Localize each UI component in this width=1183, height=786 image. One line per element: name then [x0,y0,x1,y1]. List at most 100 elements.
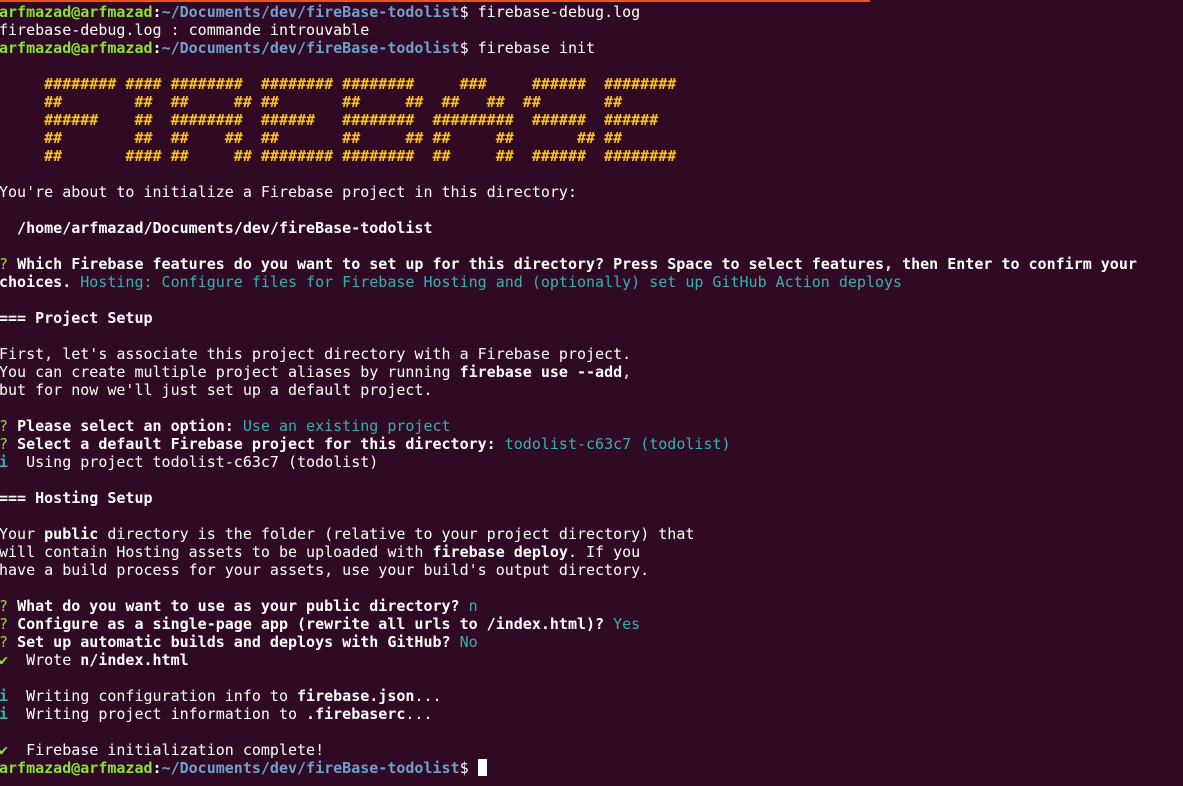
terminal-text: Set up automatic builds and deploys with… [17,633,460,651]
terminal-text: You can create multiple project aliases … [0,363,460,381]
terminal-text: ? [0,417,18,435]
terminal-line: /home/arfmazad/Documents/dev/fireBase-to… [0,219,1137,237]
terminal-text: public [44,525,99,543]
terminal-text: Please select an option: [17,417,243,435]
terminal-line: ? Select a default Firebase project for … [0,435,1137,453]
terminal-text: No [459,633,478,651]
terminal-window[interactable]: arfmazad@arfmazad:~/Documents/dev/fireBa… [0,0,1183,786]
text-cursor [477,759,487,776]
terminal-line: === Project Setup [0,309,1137,327]
terminal-text: ## ## ## ## ## ## ## ## ## ## ## [0,93,623,111]
terminal-line: arfmazad@arfmazad:~/Documents/dev/fireBa… [0,3,1137,21]
terminal-text: ... [405,705,433,723]
terminal-text: firebase deploy [432,543,568,561]
terminal-line: firebase-debug.log : commande introuvabl… [0,21,1137,39]
terminal-line: ## ## ## ## ## ## ## ## ## ## ## [0,129,1137,147]
terminal-text: Which Firebase features do you want to s… [17,255,1137,273]
terminal-line: You can create multiple project aliases … [0,363,1137,381]
terminal-text: ~/Documents/dev/fireBase-todolist [161,759,460,777]
terminal-text: /home/arfmazad/Documents/dev/fireBase-to… [0,219,433,237]
terminal-text: ✔ [0,741,18,759]
terminal-line: ######## #### ######## ######## ########… [0,75,1137,93]
terminal-text: $ [459,759,478,777]
terminal-line: You're about to initialize a Firebase pr… [0,183,1137,201]
terminal-text: Using project todolist-c63c7 (todolist) [17,453,379,471]
terminal-text: : [152,759,162,777]
terminal-text: Select a default Firebase project for th… [17,435,505,453]
terminal-line: ## #### ## ## ######## ######## ## ## ##… [0,147,1137,165]
terminal-line: ? Set up automatic builds and deploys wi… [0,633,1137,651]
terminal-text: Configure as a single-page app (rewrite … [17,615,614,633]
terminal-text: firebase.json [297,687,415,705]
terminal-text: ✔ [0,651,18,669]
terminal-line: First, let's associate this project dire… [0,345,1137,363]
terminal-text: ~/Documents/dev/fireBase-todolist [161,3,460,21]
terminal-text: i [0,687,18,705]
terminal-line: ? What do you want to use as your public… [0,597,1137,615]
terminal-line: arfmazad@arfmazad:~/Documents/dev/fireBa… [0,759,1137,777]
terminal-line: i Writing configuration info to firebase… [0,687,1137,705]
terminal-line: will contain Hosting assets to be upload… [0,543,1137,561]
terminal-line: ✔ Wrote n/index.html [0,651,1137,669]
terminal-line: arfmazad@arfmazad:~/Documents/dev/fireBa… [0,39,1137,57]
terminal-line: ###### ## ######## ###### ######## #####… [0,111,1137,129]
terminal-line: ? Configure as a single-page app (rewrit… [0,615,1137,633]
terminal-text: ## ## ## ## ## ## ## ## ## ## ## [0,129,623,147]
terminal-text: ## #### ## ## ######## ######## ## ## ##… [0,147,677,165]
terminal-text: choices. [0,273,81,291]
terminal-text: $ firebase init [459,39,596,57]
terminal-text: will contain Hosting assets to be upload… [0,543,433,561]
terminal-text: ... [414,687,442,705]
terminal-line: i Using project todolist-c63c7 (todolist… [0,453,1137,471]
terminal-text: firebase-debug.log : commande introuvabl… [0,21,370,39]
terminal-line: have a build process for your assets, us… [0,561,1137,579]
terminal-text: Writing configuration info to [17,687,298,705]
terminal-text: Use an existing project [242,417,451,435]
terminal-text: i [0,705,18,723]
terminal-line: Your public directory is the folder (rel… [0,525,1137,543]
terminal-text: === Hosting Setup [0,489,153,507]
terminal-text: firebase use --add [459,363,623,381]
terminal-line: but for now we'll just set up a default … [0,381,1137,399]
terminal-text: What do you want to use as your public d… [17,597,469,615]
terminal-text: ###### ## ######## ###### ######## #####… [0,111,659,129]
terminal-text: Firebase initialization complete! [17,741,325,759]
terminal-text: . If you [567,543,641,561]
terminal-text: ~/Documents/dev/fireBase-todolist [161,39,460,57]
terminal-text: ? [0,255,18,273]
terminal-text: , [622,363,632,381]
terminal-output[interactable]: arfmazad@arfmazad:~/Documents/dev/fireBa… [0,3,1137,777]
terminal-text: ? [0,597,18,615]
terminal-text: ? [0,615,18,633]
terminal-line: ? Please select an option: Use an existi… [0,417,1137,435]
terminal-text: directory is the folder (relative to you… [98,525,695,543]
terminal-line: ## ## ## ## ## ## ## ## ## ## ## [0,93,1137,111]
terminal-text: You're about to initialize a Firebase pr… [0,183,577,201]
terminal-text: : [152,3,162,21]
terminal-text: but for now we'll just set up a default … [0,381,433,399]
terminal-text: arfmazad@arfmazad [0,39,153,57]
terminal-line: i Writing project information to .fireba… [0,705,1137,723]
terminal-text: todolist-c63c7 (todolist) [504,435,731,453]
terminal-text: === Project Setup [0,309,153,327]
terminal-text: Your [0,525,45,543]
terminal-line: ✔ Firebase initialization complete! [0,741,1137,759]
terminal-text: n/index.html [80,651,189,669]
terminal-text: Hosting: Configure files for Firebase Ho… [80,273,903,291]
terminal-line: === Hosting Setup [0,489,1137,507]
terminal-line: choices. Hosting: Configure files for Fi… [0,273,1137,291]
terminal-text: have a build process for your assets, us… [0,561,650,579]
terminal-text: Wrote [17,651,81,669]
